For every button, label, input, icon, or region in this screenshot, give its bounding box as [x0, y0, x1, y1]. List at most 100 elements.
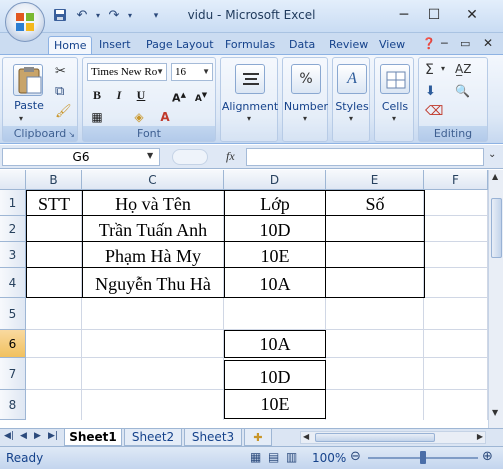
row-header-2[interactable]: 2: [0, 216, 26, 242]
styles-dropdown-icon[interactable]: ▾: [349, 114, 353, 123]
tab-data[interactable]: Data: [284, 36, 320, 55]
cell-d1[interactable]: Lớp: [224, 192, 326, 216]
grow-font-icon[interactable]: A▲: [169, 86, 189, 105]
zoom-slider-thumb[interactable]: [420, 451, 426, 464]
cells-icon[interactable]: [380, 64, 410, 94]
col-header-e[interactable]: E: [326, 170, 424, 190]
horizontal-scrollbar[interactable]: ◀ ▶: [300, 431, 486, 444]
tab-review[interactable]: Review: [324, 36, 373, 55]
row-header-8[interactable]: 8: [0, 390, 26, 420]
paste-dropdown-icon[interactable]: ▾: [19, 114, 23, 123]
expand-formula-bar-icon[interactable]: ⌄: [488, 149, 496, 160]
autosum-dropdown-icon[interactable]: ▾: [441, 64, 445, 73]
ribbon-restore-icon[interactable]: ▭: [460, 37, 470, 50]
fill-icon[interactable]: ⬇: [425, 84, 436, 99]
cell-c2[interactable]: Trần Tuấn Anh: [82, 218, 224, 242]
underline-icon[interactable]: U: [131, 86, 151, 104]
cell-d3[interactable]: 10E: [224, 244, 326, 268]
tab-view[interactable]: View: [374, 36, 410, 55]
name-box-dropdown-icon[interactable]: ▼: [147, 151, 153, 160]
normal-view-icon[interactable]: ▦: [250, 450, 261, 464]
paste-button[interactable]: Paste: [9, 99, 49, 112]
h-scroll-thumb[interactable]: [315, 433, 435, 442]
zoom-out-icon[interactable]: ⊖: [350, 449, 361, 464]
col-header-d[interactable]: D: [224, 170, 326, 190]
next-sheet-icon[interactable]: ▶: [34, 431, 41, 441]
zoom-level[interactable]: 100%: [312, 451, 346, 465]
clear-icon[interactable]: ⌫: [425, 104, 443, 119]
styles-icon[interactable]: A: [337, 64, 367, 94]
shrink-font-icon[interactable]: A▼: [191, 86, 211, 104]
number-dropdown-icon[interactable]: ▾: [303, 114, 307, 123]
row-header-7[interactable]: 7: [0, 358, 26, 390]
col-header-b[interactable]: B: [26, 170, 82, 190]
autosum-icon[interactable]: Σ: [425, 62, 434, 78]
sheet-tab-sheet2[interactable]: Sheet2: [124, 429, 182, 446]
first-sheet-icon[interactable]: ◀|: [4, 431, 14, 441]
zoom-in-icon[interactable]: ⊕: [482, 449, 493, 464]
tab-insert[interactable]: Insert: [94, 36, 136, 55]
cell-c3[interactable]: Phạm Hà My: [82, 244, 224, 268]
paste-icon[interactable]: [13, 64, 43, 96]
cells-dropdown-icon[interactable]: ▾: [392, 114, 396, 123]
cell-d7[interactable]: 10D: [224, 360, 326, 390]
tab-formulas[interactable]: Formulas: [220, 36, 280, 55]
row-header-6[interactable]: 6: [0, 330, 26, 358]
col-header-f[interactable]: F: [424, 170, 488, 190]
row-header-1[interactable]: 1: [0, 190, 26, 216]
sheet-tab-sheet1[interactable]: Sheet1: [64, 429, 122, 446]
alignment-dropdown-icon[interactable]: ▾: [247, 114, 251, 123]
cell-d8[interactable]: 10E: [224, 389, 326, 419]
font-size-select[interactable]: 16 ▼: [171, 63, 213, 81]
clipboard-launcher-icon[interactable]: ↘: [68, 130, 75, 139]
ribbon-minimize-icon[interactable]: ─: [441, 37, 448, 50]
alignment-button[interactable]: Alignment: [221, 100, 279, 113]
vertical-scrollbar[interactable]: ▲ ▼: [488, 170, 503, 428]
cell-c4[interactable]: Nguyễn Thu Hà: [82, 272, 224, 296]
styles-button[interactable]: Styles: [333, 100, 371, 113]
sort-filter-icon[interactable]: A̲Z: [455, 62, 471, 76]
page-break-view-icon[interactable]: ▥: [286, 450, 297, 464]
select-all-corner[interactable]: [0, 170, 26, 190]
percent-icon[interactable]: %: [291, 64, 321, 94]
font-name-select[interactable]: Times New Ro ▼: [87, 63, 167, 81]
prev-sheet-icon[interactable]: ◀: [20, 431, 27, 441]
row-header-3[interactable]: 3: [0, 242, 26, 268]
tab-page-layout[interactable]: Page Layout: [141, 36, 219, 55]
scroll-up-icon[interactable]: ▲: [492, 172, 498, 181]
number-button[interactable]: Number: [283, 100, 329, 113]
fill-color-icon[interactable]: ◈: [129, 108, 149, 126]
name-box[interactable]: G6: [2, 148, 160, 166]
scroll-right-icon[interactable]: ▶: [477, 432, 483, 441]
tab-home[interactable]: Home: [48, 36, 93, 55]
workbook-close-icon[interactable]: ✕: [483, 36, 493, 50]
cell-d6[interactable]: 10A: [224, 330, 326, 358]
bold-icon[interactable]: B: [87, 86, 107, 104]
scroll-left-icon[interactable]: ◀: [303, 432, 309, 441]
close-icon[interactable]: ✕: [458, 5, 486, 25]
cell-d2[interactable]: 10D: [224, 218, 326, 242]
row-header-5[interactable]: 5: [0, 298, 26, 330]
cut-icon[interactable]: ✂: [55, 64, 66, 79]
page-layout-view-icon[interactable]: ▤: [268, 450, 279, 464]
find-select-icon[interactable]: 🔍: [455, 84, 470, 98]
cells-button[interactable]: Cells: [375, 100, 415, 113]
office-button[interactable]: [5, 2, 45, 42]
formula-input[interactable]: [246, 148, 484, 166]
minimize-icon[interactable]: ─: [390, 5, 418, 25]
formula-bar-divider[interactable]: [172, 149, 208, 165]
borders-icon[interactable]: ▦: [87, 108, 107, 126]
maximize-icon[interactable]: ☐: [420, 5, 448, 25]
cell-e1[interactable]: Số: [326, 192, 424, 216]
cell-d4[interactable]: 10A: [224, 272, 326, 296]
row-header-4[interactable]: 4: [0, 268, 26, 298]
cell-b1[interactable]: STT: [26, 192, 82, 216]
copy-icon[interactable]: ⧉: [55, 84, 64, 99]
alignment-icon[interactable]: [235, 64, 265, 94]
insert-function-icon[interactable]: fx: [226, 149, 235, 164]
insert-sheet-icon[interactable]: ✚: [244, 429, 272, 446]
format-painter-icon[interactable]: 🖌: [55, 104, 72, 119]
scroll-down-icon[interactable]: ▼: [492, 408, 498, 417]
help-icon[interactable]: ❓: [422, 37, 436, 50]
cell-c1[interactable]: Họ và Tên: [82, 192, 224, 216]
